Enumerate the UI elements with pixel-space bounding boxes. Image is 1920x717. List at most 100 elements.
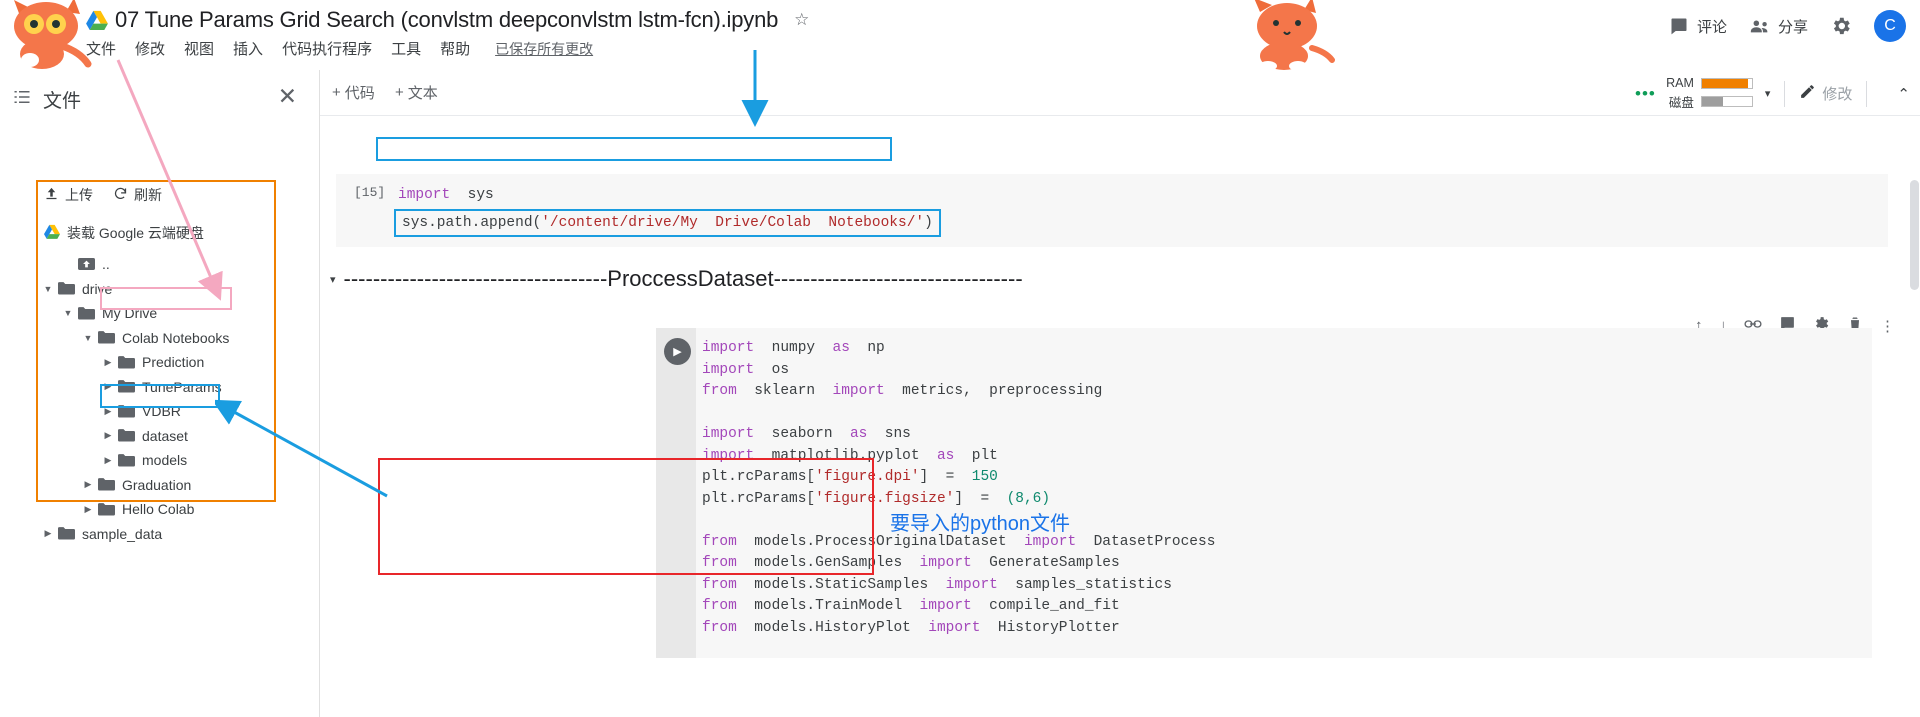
code-token-keyword: import [398, 187, 451, 203]
plus-icon: + [332, 84, 341, 101]
execution-count: [15] [354, 185, 386, 200]
star-icon[interactable]: ☆ [794, 10, 809, 30]
top-bar-actions: 评论 分享 C [1668, 10, 1906, 42]
code-token-plain: models.StaticSamples [736, 576, 946, 593]
code-token-num: 150 [971, 469, 998, 485]
comment-button[interactable]: 评论 [1668, 15, 1727, 37]
plus-icon: + [395, 84, 404, 101]
drive-logo-icon [86, 10, 108, 30]
menu-item-help[interactable]: 帮助 [440, 38, 470, 59]
disk-label: 磁盘 [1668, 96, 1694, 110]
code-line: import sys [398, 184, 1888, 206]
menu-item-tools[interactable]: 工具 [391, 38, 421, 59]
vertical-scrollbar[interactable] [1910, 180, 1919, 290]
code-token-kw: as [832, 340, 850, 356]
code-token-plain: samples_statistics [997, 576, 1172, 593]
avatar[interactable]: C [1874, 10, 1906, 42]
notebook-area: + 代码 + 文本 ••• RAM 磁盘 ▾ 修改 ⌃ [15] import … [320, 70, 1920, 717]
menu-item-insert[interactable]: 插入 [233, 38, 263, 59]
add-text-cell-button[interactable]: + 文本 [395, 82, 438, 103]
toolbar-right-group: ••• RAM 磁盘 ▾ 修改 ⌃ [1635, 76, 1910, 111]
code-token-text: sys.path.append [402, 215, 533, 231]
files-panel-header: 文件 [0, 84, 320, 114]
folder-icon [58, 527, 82, 540]
page-title: 07 Tune Params Grid Search (convlstm dee… [115, 7, 779, 32]
annotation-box-blue-syspath [376, 137, 892, 161]
code-cell-sys-path[interactable]: [15] import sys sys.path.append('/conten… [336, 174, 1888, 247]
chevron-right-icon[interactable]: ▶ [38, 528, 58, 539]
code-token-text: ( [532, 215, 542, 231]
resource-meter[interactable]: RAM 磁盘 [1664, 76, 1753, 111]
comment-label: 评论 [1696, 18, 1727, 36]
ram-label: RAM [1666, 76, 1694, 90]
annotation-box-red-model-imports [378, 458, 874, 575]
code-line: import numpy as np [702, 338, 1215, 360]
code-token-text: sys [450, 187, 494, 203]
code-token-plain: GenerateSamples [971, 555, 1120, 571]
files-list-icon[interactable] [11, 88, 33, 111]
code-line: from models.StaticSamples import samples… [702, 575, 1215, 597]
chevron-right-icon[interactable]: ▶ [78, 504, 98, 515]
code-token-plain: ] = [919, 469, 972, 485]
code-token-kw: import [702, 426, 755, 442]
chevron-down-icon[interactable]: ▾ [1765, 87, 1771, 100]
code-token-text: ) [924, 215, 933, 231]
code-token-plain: ] = [954, 490, 1007, 507]
code-token-plain: HistoryPlotter [980, 619, 1120, 636]
code-token-kw: from [702, 598, 737, 614]
tree-item-sample-data[interactable]: ▶ sample_data [38, 522, 278, 547]
add-text-label: 文本 [407, 85, 438, 102]
divider [1784, 80, 1786, 107]
top-bar: 07 Tune Params Grid Search (convlstm dee… [0, 0, 1920, 70]
people-icon [1749, 15, 1771, 37]
add-code-cell-button[interactable]: + 代码 [332, 82, 375, 103]
disk-meter-row: 磁盘 [1664, 92, 1753, 111]
more-options-icon[interactable]: ⋮ [1880, 317, 1895, 335]
close-panel-icon[interactable]: ✕ [278, 85, 297, 108]
settings-gear-icon[interactable] [1830, 15, 1852, 37]
code-token-plain: np [849, 340, 885, 356]
collapse-toolbar-icon[interactable]: ⌃ [1897, 85, 1910, 103]
save-status-label[interactable]: 已保存所有更改 [495, 39, 593, 59]
code-line: import os [702, 360, 1215, 382]
annotation-note-python-files: 要导入的python文件 [890, 513, 1071, 535]
menu-item-runtime[interactable]: 代码执行程序 [282, 38, 372, 59]
document-title-row: 07 Tune Params Grid Search (convlstm dee… [86, 7, 809, 33]
folder-icon [98, 502, 122, 516]
code-line: sys.path.append('/content/drive/My Drive… [402, 215, 933, 231]
menu-item-file[interactable]: 文件 [86, 38, 116, 59]
notebook-toolbar: + 代码 + 文本 ••• RAM 磁盘 ▾ 修改 ⌃ [320, 70, 1920, 116]
code-token-plain: os [754, 361, 790, 378]
code-token-plain: plt [954, 447, 998, 464]
code-token-kw: from [702, 383, 737, 399]
code-token-plain: seaborn [754, 426, 850, 442]
edit-label: 修改 [1822, 86, 1853, 103]
menu-item-view[interactable]: 视图 [184, 38, 214, 59]
code-token-kw: from [702, 619, 737, 636]
code-token-kw: import [832, 383, 885, 399]
menu-item-edit[interactable]: 修改 [135, 38, 165, 59]
annotation-box-blue-models [100, 384, 220, 408]
code-token-kw: as [936, 447, 955, 464]
tree-item-label: sample_data [82, 525, 163, 542]
files-panel-title: 文件 [43, 90, 82, 112]
edit-button[interactable]: 修改 [1799, 83, 1852, 104]
code-line: from sklearn import metrics, preprocessi… [702, 381, 1215, 403]
code-token-kw: import [702, 340, 755, 356]
code-line: import seaborn as sns [702, 424, 1215, 446]
code-line: from models.HistoryPlot import HistoryPl… [702, 618, 1215, 640]
code-token-string: '/content/drive/My Drive/Colab Notebooks… [541, 215, 925, 231]
markdown-heading-cell[interactable]: ▾ ------------------------------------Pr… [330, 266, 1890, 292]
code-token-plain: models.HistoryPlot [736, 619, 929, 636]
chevron-down-icon[interactable]: ▾ [330, 273, 336, 286]
code-token-kw: import [919, 555, 972, 571]
run-cell-button[interactable]: ▶ [664, 338, 691, 365]
code-token-kw: as [849, 426, 868, 442]
menu-bar: 文件 修改 视图 插入 代码执行程序 工具 帮助 已保存所有更改 [86, 38, 593, 59]
disk-bar [1700, 96, 1753, 107]
share-button[interactable]: 分享 [1749, 15, 1808, 37]
code-token-plain: DatasetProcess [1076, 533, 1216, 550]
code-token-plain: models.TrainModel [736, 598, 920, 614]
code-token-kw: import [928, 619, 981, 636]
